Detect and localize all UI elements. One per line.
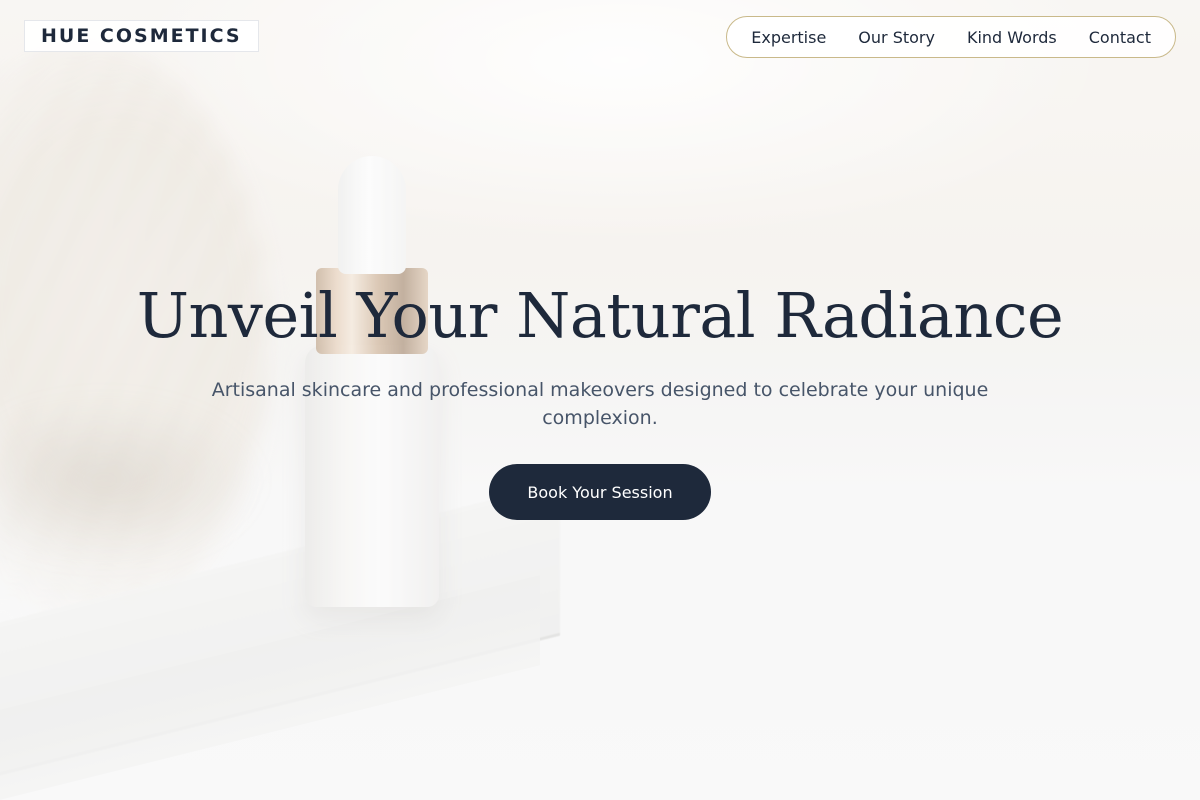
book-session-button[interactable]: Book Your Session <box>489 464 711 520</box>
hero-title: Unveil Your Natural Radiance <box>136 279 1064 352</box>
hero-section: Unveil Your Natural Radiance Artisanal s… <box>0 0 1200 800</box>
hero-subtitle: Artisanal skincare and professional make… <box>211 379 989 429</box>
